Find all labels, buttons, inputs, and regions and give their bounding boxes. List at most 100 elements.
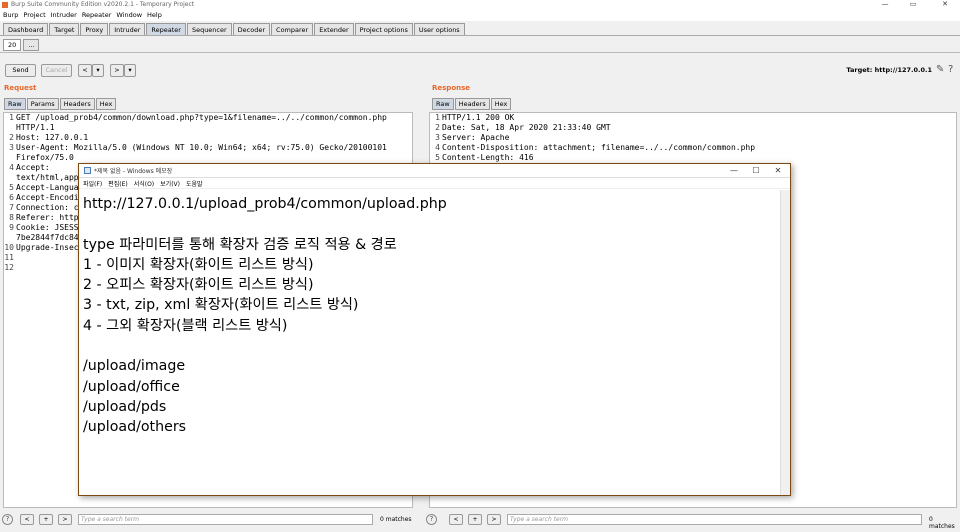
notepad-text-line: 2 - 오피스 확장자(화이트 리스트 방식) bbox=[83, 277, 314, 294]
response-search-matches: 0 matches bbox=[929, 516, 955, 530]
close-icon[interactable]: ✕ bbox=[932, 0, 958, 9]
menu-project[interactable]: Project bbox=[23, 11, 45, 19]
request-search-help-icon[interactable]: ? bbox=[2, 514, 13, 525]
tab-decoder[interactable]: Decoder bbox=[232, 23, 271, 35]
notepad-text-line: /upload/image bbox=[83, 358, 186, 375]
tab-project-options[interactable]: Project options bbox=[354, 23, 413, 35]
notepad-text-line: /upload/office bbox=[83, 378, 180, 395]
notepad-minimize-icon[interactable]: — bbox=[723, 164, 745, 178]
line-number: 4 bbox=[9, 163, 14, 172]
line-number: 5 bbox=[435, 153, 440, 162]
response-lines: 1 HTTP/1.1 200 OK 2 Date: Sat, 18 Apr 2020 … bbox=[430, 113, 956, 163]
line-number: 2 bbox=[9, 133, 14, 142]
request-tab-headers[interactable]: Headers bbox=[59, 98, 95, 110]
response-line: 2 Date: Sat, 18 Apr 2020 21:33:40 GMT bbox=[430, 123, 956, 133]
line-text: 7be2844f7dc84 bbox=[16, 233, 79, 242]
response-search-add-button[interactable]: + bbox=[468, 514, 482, 525]
menu-intruder[interactable]: Intruder bbox=[51, 11, 77, 19]
request-search-next-button[interactable]: > bbox=[58, 514, 72, 525]
notepad-menu-file[interactable]: 파일(F) bbox=[83, 179, 102, 188]
line-text: Accept: bbox=[16, 163, 50, 172]
line-number: 3 bbox=[9, 143, 14, 152]
line-number: 8 bbox=[9, 213, 14, 222]
line-number: 1 bbox=[435, 113, 440, 122]
notepad-maximize-icon[interactable]: ☐ bbox=[745, 164, 767, 178]
tab-intruder[interactable]: Intruder bbox=[109, 23, 146, 35]
response-tabs: Raw Headers Hex bbox=[432, 98, 512, 110]
burp-logo-icon bbox=[2, 1, 8, 8]
line-number bbox=[4, 153, 16, 163]
request-tab-hex[interactable]: Hex bbox=[95, 98, 117, 110]
line-number: 4 bbox=[435, 143, 440, 152]
line-text: GET /upload_prob4/common/download.php?ty… bbox=[16, 113, 387, 122]
forward-dropdown-button[interactable]: ▾ bbox=[124, 64, 136, 77]
tab-user-options[interactable]: User options bbox=[413, 23, 465, 35]
notepad-close-icon[interactable]: ✕ bbox=[767, 164, 789, 178]
line-text: User-Agent: Mozilla/5.0 (Windows NT 10.0… bbox=[16, 143, 387, 152]
notepad-menu-edit[interactable]: 편집(E) bbox=[108, 179, 128, 188]
line-number: 9 bbox=[9, 223, 14, 232]
tab-comparer[interactable]: Comparer bbox=[271, 23, 314, 35]
menu-help[interactable]: Help bbox=[147, 11, 162, 19]
notepad-icon bbox=[84, 167, 91, 174]
help-icon[interactable]: ? bbox=[948, 64, 953, 75]
tab-dashboard[interactable]: Dashboard bbox=[3, 23, 49, 35]
notepad-menu-format[interactable]: 서식(O) bbox=[134, 179, 154, 188]
tab-sequencer[interactable]: Sequencer bbox=[186, 23, 232, 35]
response-tab-hex[interactable]: Hex bbox=[490, 98, 512, 110]
pencil-icon[interactable]: ✎ bbox=[936, 64, 944, 75]
tab-repeater[interactable]: Repeater bbox=[146, 23, 186, 35]
tab-extender[interactable]: Extender bbox=[314, 23, 354, 35]
notepad-menu-help[interactable]: 도움말 bbox=[186, 179, 203, 188]
notepad-scrollbar[interactable] bbox=[780, 190, 790, 495]
request-line: HTTP/1.1 bbox=[4, 123, 412, 133]
line-text: Accept-Encodi bbox=[16, 193, 79, 202]
line-text: Connection: c bbox=[16, 203, 79, 212]
response-search-prev-button[interactable]: < bbox=[449, 514, 463, 525]
line-text: Upgrade-Insec bbox=[16, 243, 79, 252]
notepad-window[interactable]: *제목 없음 - Windows 메모장 — ☐ ✕ 파일(F) 편집(E) 서… bbox=[78, 163, 791, 496]
notepad-menu-view[interactable]: 보기(V) bbox=[160, 179, 180, 188]
line-number: 7 bbox=[9, 203, 14, 212]
cancel-button[interactable]: Cancel bbox=[41, 64, 72, 77]
response-tab-raw[interactable]: Raw bbox=[432, 98, 454, 110]
line-text: Content-Length: 416 bbox=[442, 153, 534, 162]
request-tab-params[interactable]: Params bbox=[26, 98, 59, 110]
request-search-input[interactable]: Type a search term bbox=[78, 514, 373, 525]
line-text: Cookie: JSESS bbox=[16, 223, 79, 232]
line-text: Server: Apache bbox=[442, 133, 510, 142]
line-text: Date: Sat, 18 Apr 2020 21:33:40 GMT bbox=[442, 123, 611, 132]
notepad-title: *제목 없음 - Windows 메모장 bbox=[94, 168, 173, 175]
response-title: Response bbox=[432, 84, 471, 92]
request-search-add-button[interactable]: + bbox=[39, 514, 53, 525]
minimize-icon[interactable]: — bbox=[872, 0, 898, 9]
request-search-prev-button[interactable]: < bbox=[20, 514, 34, 525]
notepad-text-area[interactable]: http://127.0.0.1/upload_prob4/common/upl… bbox=[79, 189, 790, 443]
menu-burp[interactable]: Burp bbox=[3, 11, 18, 19]
response-tab-headers[interactable]: Headers bbox=[454, 98, 490, 110]
request-line: 2 Host: 127.0.0.1 bbox=[4, 133, 412, 143]
request-tabs: Raw Params Headers Hex bbox=[4, 98, 117, 110]
maximize-icon[interactable]: ▭ bbox=[900, 0, 926, 9]
send-button[interactable]: Send bbox=[5, 64, 36, 77]
repeater-tab-new[interactable]: ... bbox=[23, 39, 40, 51]
response-search-next-button[interactable]: > bbox=[487, 514, 501, 525]
line-text: Firefox/75.0 bbox=[16, 153, 74, 162]
repeater-tab-20[interactable]: 20 bbox=[3, 39, 22, 51]
back-button[interactable]: < bbox=[78, 64, 92, 77]
back-dropdown-button[interactable]: ▾ bbox=[92, 64, 104, 77]
response-line: 1 HTTP/1.1 200 OK bbox=[430, 113, 956, 123]
forward-button[interactable]: > bbox=[110, 64, 124, 77]
menu-window[interactable]: Window bbox=[116, 11, 142, 19]
request-tab-raw[interactable]: Raw bbox=[4, 98, 26, 110]
app-title: Burp Suite Community Edition v2020.2.1 -… bbox=[11, 1, 195, 8]
notepad-text-line bbox=[83, 214, 786, 234]
menu-repeater[interactable]: Repeater bbox=[82, 11, 112, 19]
line-number: 5 bbox=[9, 183, 14, 192]
response-search-help-icon[interactable]: ? bbox=[426, 514, 437, 525]
request-line: Firefox/75.0 bbox=[4, 153, 412, 163]
tab-target[interactable]: Target bbox=[49, 23, 80, 35]
line-text: Content-Disposition: attachment; filenam… bbox=[442, 143, 756, 152]
tab-proxy[interactable]: Proxy bbox=[80, 23, 109, 35]
response-search-input[interactable]: Type a search term bbox=[507, 514, 922, 525]
